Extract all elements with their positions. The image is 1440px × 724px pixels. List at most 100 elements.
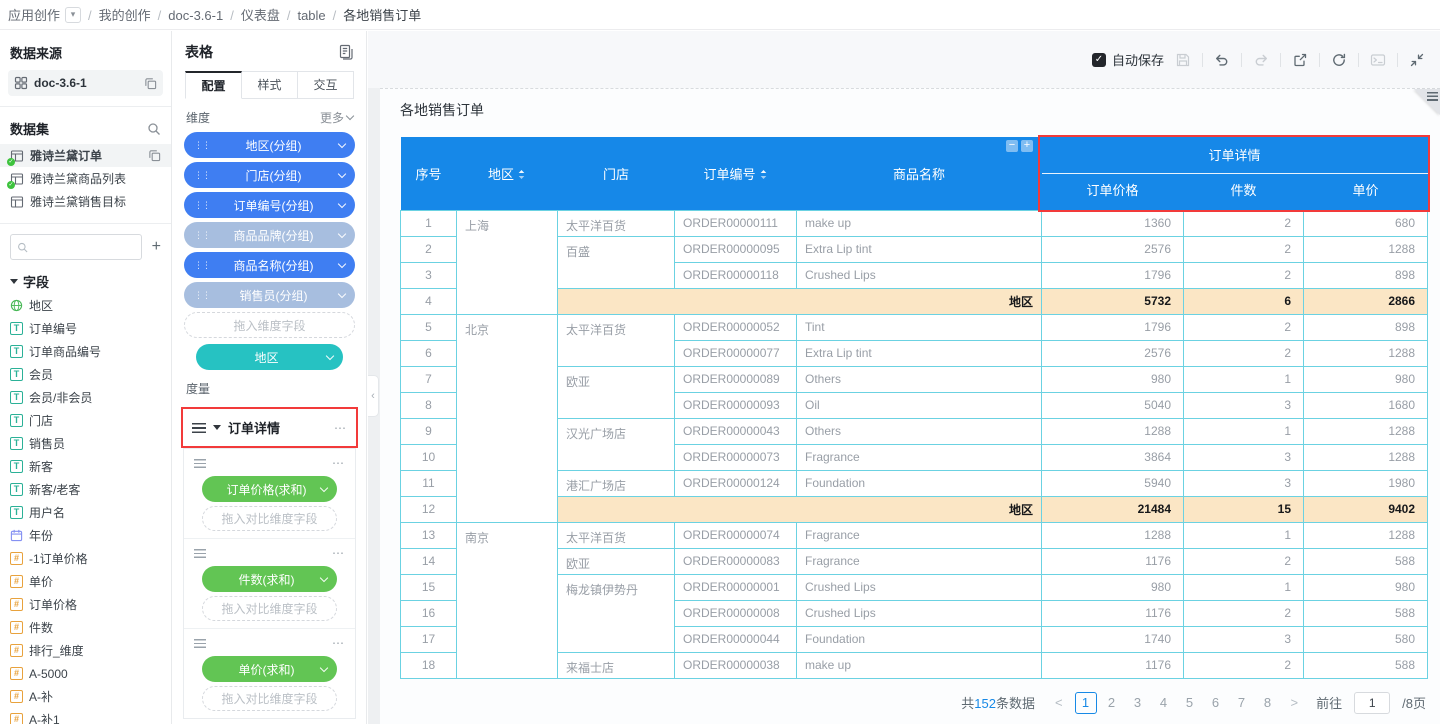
prev-page-button[interactable]: < <box>1051 695 1067 710</box>
collapse-all-button[interactable]: − <box>1006 140 1018 152</box>
field-search-box[interactable] <box>10 234 142 260</box>
search-icon[interactable] <box>147 122 161 136</box>
caret-down-icon[interactable] <box>213 425 221 430</box>
measure-pill[interactable]: 订单价格(求和) <box>202 476 337 502</box>
dataset-item[interactable]: ✓雅诗兰黛订单 <box>0 144 171 167</box>
dimension-drop-zone[interactable]: 拖入维度字段 <box>184 312 355 338</box>
collapse-panel-handle[interactable]: ‹ <box>368 375 379 417</box>
copy-icon[interactable] <box>144 77 157 90</box>
drag-handle-icon[interactable] <box>194 459 206 468</box>
field-item[interactable]: #排行_维度 <box>0 639 171 662</box>
page-number-5[interactable]: 5 <box>1179 692 1201 714</box>
copy-chart-icon[interactable] <box>338 44 354 60</box>
measure-pill[interactable]: 单价(求和) <box>202 656 337 682</box>
autosave-checkbox[interactable]: ✓ <box>1092 53 1106 67</box>
field-item[interactable]: T销售员 <box>0 432 171 455</box>
value-cell: 1 <box>1184 366 1304 392</box>
autosave-toggle[interactable]: ✓ 自动保存 <box>1092 50 1164 69</box>
field-item[interactable]: #订单价格 <box>0 593 171 616</box>
sort-icon[interactable] <box>759 169 768 180</box>
annotation-red-box-measure-group: 订单详情 ⋯ <box>181 407 358 448</box>
refresh-icon[interactable] <box>1330 51 1348 69</box>
undo-icon[interactable] <box>1213 51 1231 69</box>
dimension-pill[interactable]: ⋮⋮销售员(分组) <box>184 282 355 308</box>
field-item[interactable]: T新客 <box>0 455 171 478</box>
page-number-3[interactable]: 3 <box>1127 692 1149 714</box>
expand-all-button[interactable]: + <box>1021 140 1033 152</box>
field-item[interactable]: T门店 <box>0 409 171 432</box>
drag-handle-icon[interactable]: ⋮⋮ <box>194 200 208 211</box>
export-icon[interactable] <box>1291 51 1309 69</box>
tab-0[interactable]: 配置 <box>185 71 242 99</box>
field-item[interactable]: 年份 <box>0 524 171 547</box>
drag-handle-icon[interactable]: ⋮⋮ <box>194 290 208 301</box>
tab-1[interactable]: 样式 <box>242 71 298 99</box>
dimension-pill[interactable]: ⋮⋮商品品牌(分组) <box>184 222 355 248</box>
drag-handle-icon[interactable] <box>194 639 206 648</box>
field-item[interactable]: T新客/老客 <box>0 478 171 501</box>
more-options-icon[interactable]: ⋯ <box>334 421 347 435</box>
column-header[interactable]: 订单编号 <box>675 137 797 210</box>
dimension-pill[interactable]: ⋮⋮商品名称(分组) <box>184 252 355 278</box>
drag-handle-icon[interactable] <box>192 423 206 433</box>
drag-handle-icon[interactable]: ⋮⋮ <box>194 260 208 271</box>
field-search-input[interactable] <box>32 240 134 254</box>
field-item[interactable]: #单价 <box>0 570 171 593</box>
measure-group-header[interactable]: 订单详情 ⋯ <box>183 409 356 446</box>
compare-drop-zone[interactable]: 拖入对比维度字段 <box>202 596 337 621</box>
page-number-1[interactable]: 1 <box>1075 692 1097 714</box>
breadcrumb-item[interactable]: doc-3.6-1 <box>168 8 223 23</box>
field-item[interactable]: #A-5000 <box>0 662 171 685</box>
more-dropdown[interactable]: 更多 <box>320 109 353 126</box>
datasource-item[interactable]: doc-3.6-1 <box>8 70 163 96</box>
dataset-item[interactable]: ✓雅诗兰黛商品列表 <box>0 167 171 190</box>
breadcrumb-item[interactable]: 各地销售订单 <box>343 8 421 23</box>
page-number-7[interactable]: 7 <box>1231 692 1253 714</box>
collapse-caret-icon[interactable] <box>10 279 18 284</box>
page-number-8[interactable]: 8 <box>1257 692 1279 714</box>
more-options-icon[interactable]: ⋯ <box>332 636 345 650</box>
add-field-button[interactable]: + <box>152 239 161 255</box>
field-item[interactable]: #A-补1 <box>0 708 171 724</box>
value-cell: 588 <box>1304 548 1428 574</box>
breadcrumb-root[interactable]: 应用创作 <box>8 5 60 24</box>
copy-icon[interactable] <box>148 149 161 162</box>
more-options-icon[interactable]: ⋯ <box>332 546 345 560</box>
number-field-icon: # <box>10 713 23 724</box>
field-item[interactable]: #A-补 <box>0 685 171 708</box>
field-item[interactable]: T会员/非会员 <box>0 386 171 409</box>
field-item[interactable]: T用户名 <box>0 501 171 524</box>
tab-2[interactable]: 交互 <box>298 71 354 99</box>
column-header[interactable]: 地区 <box>457 137 558 210</box>
drag-handle-icon[interactable]: ⋮⋮ <box>194 230 208 241</box>
drill-field-pill[interactable]: 地区 <box>196 344 343 370</box>
compare-drop-zone[interactable]: 拖入对比维度字段 <box>202 686 337 711</box>
field-item[interactable]: 地区 <box>0 294 171 317</box>
dimension-pill[interactable]: ⋮⋮订单编号(分组) <box>184 192 355 218</box>
sort-icon[interactable] <box>517 169 526 180</box>
breadcrumb-item[interactable]: table <box>297 8 325 23</box>
page-number-6[interactable]: 6 <box>1205 692 1227 714</box>
breadcrumb-item[interactable]: 我的创作 <box>99 8 151 23</box>
breadcrumb-item[interactable]: 仪表盘 <box>241 8 280 23</box>
drag-handle-icon[interactable]: ⋮⋮ <box>194 170 208 181</box>
collapse-screen-icon[interactable] <box>1408 51 1426 69</box>
drag-handle-icon[interactable] <box>194 549 206 558</box>
compare-drop-zone[interactable]: 拖入对比维度字段 <box>202 506 337 531</box>
more-options-icon[interactable]: ⋯ <box>332 456 345 470</box>
page-number-2[interactable]: 2 <box>1101 692 1123 714</box>
page-number-4[interactable]: 4 <box>1153 692 1175 714</box>
field-item[interactable]: T订单商品编号 <box>0 340 171 363</box>
dimension-pill[interactable]: ⋮⋮门店(分组) <box>184 162 355 188</box>
chevron-down-icon[interactable]: ▾ <box>65 7 81 23</box>
field-item[interactable]: #-1订单价格 <box>0 547 171 570</box>
measure-pill[interactable]: 件数(求和) <box>202 566 337 592</box>
next-page-button[interactable]: > <box>1287 695 1303 710</box>
field-item[interactable]: T订单编号 <box>0 317 171 340</box>
dataset-item[interactable]: 雅诗兰黛销售目标 <box>0 190 171 213</box>
goto-page-input[interactable] <box>1354 692 1390 714</box>
field-item[interactable]: #件数 <box>0 616 171 639</box>
field-item[interactable]: T会员 <box>0 363 171 386</box>
drag-handle-icon[interactable]: ⋮⋮ <box>194 140 208 151</box>
dimension-pill[interactable]: ⋮⋮地区(分组) <box>184 132 355 158</box>
